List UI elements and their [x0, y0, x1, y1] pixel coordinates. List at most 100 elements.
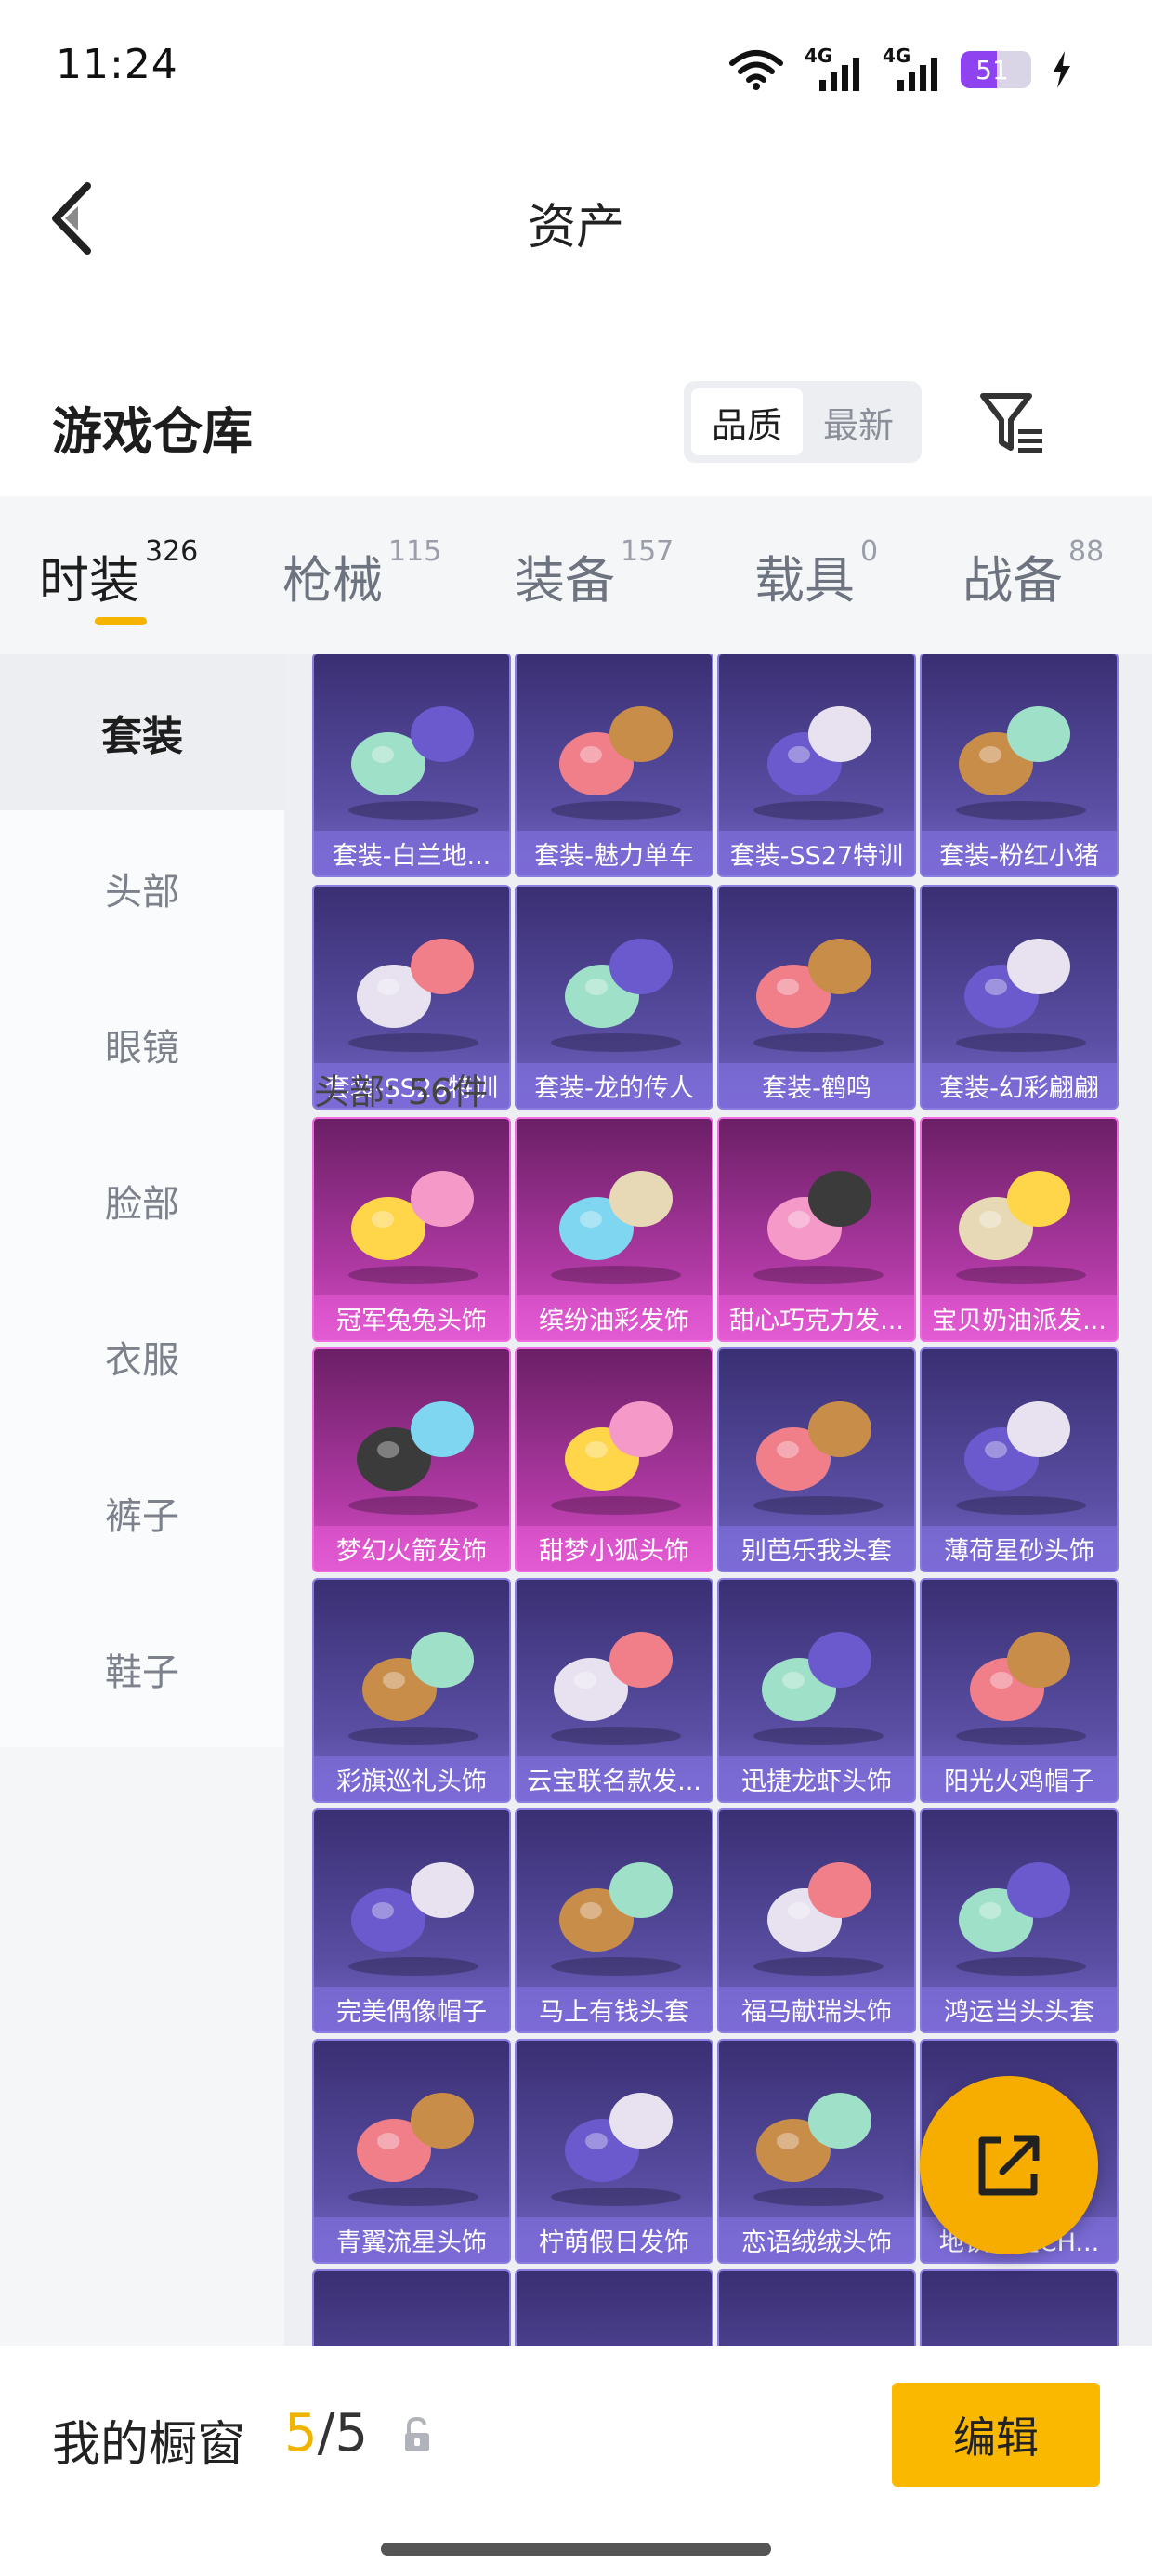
item-art — [922, 1349, 1117, 1526]
active-tab-indicator — [95, 617, 147, 625]
item-art — [314, 1349, 509, 1526]
item-name: 套装-白兰地... — [314, 831, 509, 875]
item-art — [719, 654, 914, 831]
outfit-card[interactable]: 套装-鹤鸣 — [717, 885, 916, 1110]
home-indicator — [381, 2543, 771, 2556]
signal-4g-icon-2: 4G — [883, 45, 940, 91]
share-icon — [978, 2135, 1040, 2196]
sidebar-item-glasses[interactable]: 眼镜 — [0, 966, 284, 1123]
tab-count: 88 — [1068, 535, 1105, 568]
showcase-count: 5/5 — [284, 2403, 368, 2464]
sort-quality-button[interactable]: 品质 — [691, 388, 803, 455]
share-button[interactable] — [920, 2076, 1098, 2254]
sidebar-item-shoes[interactable]: 鞋子 — [0, 1591, 284, 1747]
item-art — [314, 654, 509, 831]
showcase-bar: 我的橱窗 5/5 编辑 — [0, 2346, 1152, 2576]
item-name: 迅捷龙虾头饰 — [719, 1756, 914, 1801]
item-art — [719, 1580, 914, 1756]
signal-4g-icon: 4G — [805, 45, 862, 91]
item-art — [719, 887, 914, 1063]
tab-weapons[interactable]: 枪械 115 — [282, 535, 441, 612]
sidebar-item-outfits[interactable]: 套装 — [0, 654, 284, 810]
item-name: 福马献瑞头饰 — [719, 1987, 914, 2031]
item-art — [517, 887, 712, 1063]
head-item-card[interactable]: 冠军兔兔头饰 — [312, 1117, 511, 1342]
head-item-card[interactable]: 鸿运当头头套 — [920, 1808, 1119, 2033]
warehouse-header: 游戏仓库 品质 最新 — [0, 353, 1152, 493]
head-item-card[interactable]: 别芭乐我头套 — [717, 1347, 916, 1572]
head-item-card[interactable]: 宝贝奶油派发... — [920, 1117, 1119, 1342]
lock-icon — [405, 2416, 429, 2451]
tab-label: 战备 — [962, 551, 1063, 610]
item-name: 青翼流星头饰 — [314, 2217, 509, 2262]
head-item-card[interactable]: 迅捷龙虾头饰 — [717, 1578, 916, 1803]
head-item-card[interactable]: 云宝联名款发... — [515, 1578, 713, 1803]
status-icons: 4G 4G 51 — [728, 37, 1072, 102]
head-item-card[interactable] — [920, 2269, 1119, 2346]
showcase-label: 我的橱窗 — [52, 2417, 246, 2473]
head-item-card[interactable]: 彩旗巡礼头饰 — [312, 1578, 511, 1803]
filter-icon — [980, 393, 1042, 453]
head-item-card[interactable]: 梦幻火箭发饰 — [312, 1347, 511, 1572]
head-item-card[interactable]: 甜梦小狐头饰 — [515, 1347, 713, 1572]
head-item-card[interactable] — [515, 2269, 713, 2346]
sort-newest-button[interactable]: 最新 — [803, 388, 914, 455]
tab-label: 枪械 — [282, 551, 383, 610]
outfit-card[interactable]: 套装-SS27特训 — [717, 654, 916, 877]
item-name: 宝贝奶油派发... — [922, 1295, 1117, 1340]
item-art — [719, 1119, 914, 1295]
category-tabs: 时装 326 枪械 115 装备 157 载具 0 战备 88 — [0, 496, 1152, 654]
head-item-card[interactable]: 福马献瑞头饰 — [717, 1808, 916, 2033]
head-item-card[interactable]: 甜心巧克力发... — [717, 1117, 916, 1342]
outfit-card[interactable]: 套装-白兰地... — [312, 654, 511, 877]
item-art — [922, 1119, 1117, 1295]
nav-header: 资产 — [0, 139, 1152, 307]
head-item-card[interactable]: 薄荷星砂头饰 — [920, 1347, 1119, 1572]
item-name: 套装-魅力单车 — [517, 831, 712, 875]
item-art — [719, 1349, 914, 1526]
tab-count: 115 — [388, 535, 442, 568]
head-item-card[interactable]: 恋语绒绒头饰 — [717, 2039, 916, 2264]
wifi-icon — [729, 50, 783, 90]
item-art — [314, 887, 509, 1063]
head-item-card[interactable] — [717, 2269, 916, 2346]
tab-equipment[interactable]: 装备 157 — [515, 535, 674, 612]
item-art — [922, 887, 1117, 1063]
tab-vehicles[interactable]: 载具 0 — [754, 535, 878, 612]
showcase-current: 5 — [284, 2403, 318, 2464]
page-title: 资产 — [527, 200, 624, 256]
item-name: 完美偶像帽子 — [314, 1987, 509, 2031]
outfit-card[interactable]: 套装-龙的传人 — [515, 885, 713, 1110]
item-name: 彩旗巡礼头饰 — [314, 1756, 509, 1801]
tab-label: 装备 — [515, 551, 615, 610]
outfit-card[interactable]: 套装-粉红小猪 — [920, 654, 1119, 877]
head-item-card[interactable] — [312, 2269, 511, 2346]
item-art — [517, 1810, 712, 1987]
sidebar-item-head[interactable]: 头部 — [0, 810, 284, 966]
item-name: 套装-鹤鸣 — [719, 1063, 914, 1108]
head-item-card[interactable]: 缤纷油彩发饰 — [515, 1117, 713, 1342]
head-item-card[interactable]: 阳光火鸡帽子 — [920, 1578, 1119, 1803]
filter-button[interactable] — [975, 387, 1050, 461]
charging-icon — [1054, 51, 1070, 88]
outfit-card[interactable]: 套装-魅力单车 — [515, 654, 713, 877]
item-name: 套装-龙的传人 — [517, 1063, 712, 1108]
head-item-card[interactable]: 完美偶像帽子 — [312, 1808, 511, 2033]
showcase-total: 5 — [334, 2403, 369, 2464]
head-item-card[interactable]: 柠萌假日发饰 — [515, 2039, 713, 2264]
edit-button[interactable]: 编辑 — [892, 2383, 1100, 2487]
item-art — [922, 1810, 1117, 1987]
tab-fashion[interactable]: 时装 326 — [39, 535, 198, 612]
sidebar-item-face[interactable]: 脸部 — [0, 1123, 284, 1279]
tab-label: 时装 — [39, 551, 139, 610]
outfit-card[interactable]: 套装-幻彩翩翩 — [920, 885, 1119, 1110]
item-art — [517, 654, 712, 831]
sidebar-item-clothes[interactable]: 衣服 — [0, 1279, 284, 1435]
battery-icon: 51 — [961, 51, 1031, 88]
sidebar-item-pants[interactable]: 裤子 — [0, 1435, 284, 1591]
item-art — [922, 654, 1117, 831]
head-item-card[interactable]: 马上有钱头套 — [515, 1808, 713, 2033]
tab-supplies[interactable]: 战备 88 — [962, 535, 1104, 612]
head-item-card[interactable]: 青翼流星头饰 — [312, 2039, 511, 2264]
tab-count: 157 — [621, 535, 674, 568]
